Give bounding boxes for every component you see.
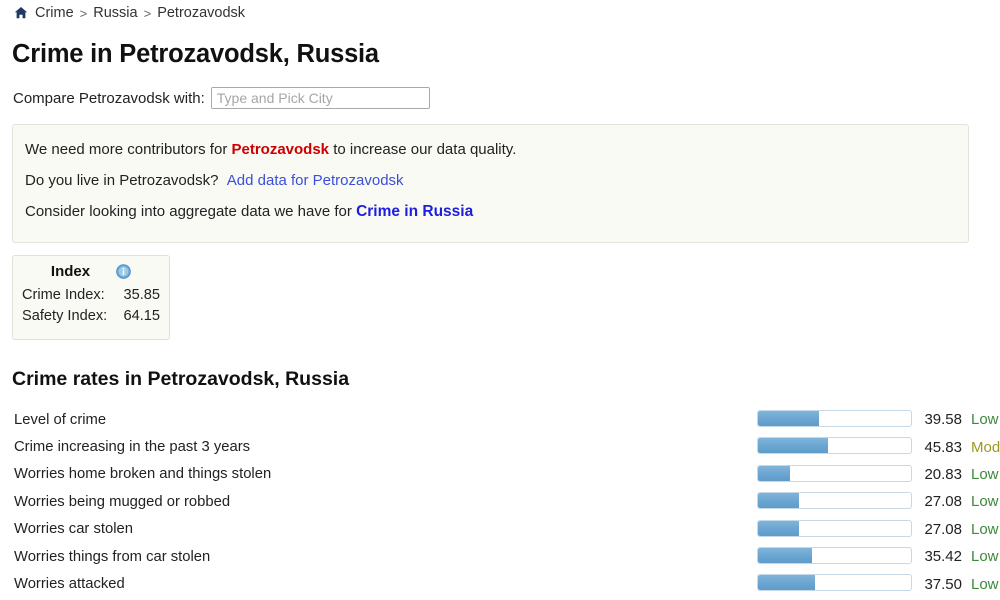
crime-rate-value: 45.83 <box>924 438 962 456</box>
breadcrumb-item-russia[interactable]: Russia <box>93 5 137 21</box>
crime-rate-row: Worries home broken and things stolen 20.… <box>0 461 1000 488</box>
crime-rate-value: 20.83 <box>924 465 962 483</box>
index-box-title: Index <box>50 263 91 280</box>
index-row-crime: Crime Index: 35.85 <box>22 285 160 306</box>
safety-index-value: 64.15 <box>123 307 160 324</box>
crime-rate-row: Worries being mugged or robbed 27.08 Low <box>0 488 1000 515</box>
crime-rate-bar-track <box>757 519 912 537</box>
notice-line-aggregate: Consider looking into aggregate data we … <box>25 204 956 220</box>
crime-page: Crime > Russia > Petrozavodsk Crime in P… <box>0 0 1000 600</box>
crime-rate-row: Level of crime 39.58 Low <box>0 406 1000 433</box>
breadcrumb: Crime > Russia > Petrozavodsk <box>14 5 245 21</box>
crime-rate-label: Worries things from car stolen <box>14 548 211 565</box>
notice-line1-post: to increase our data quality. <box>329 141 517 158</box>
crime-rate-bar-fill <box>758 575 816 591</box>
crime-rate-rating: Low <box>971 520 999 538</box>
crime-rate-rating: Low <box>971 493 999 511</box>
index-row-safety: Safety Index: 64.15 <box>22 306 160 327</box>
crime-in-russia-link[interactable]: Crime in Russia <box>356 203 473 220</box>
crime-rate-row: Crime increasing in the past 3 years 45.8… <box>0 433 1000 460</box>
crime-index-value: 35.85 <box>123 287 160 303</box>
info-icon[interactable] <box>116 264 131 279</box>
crime-rate-bar-track <box>757 410 912 427</box>
index-box-header: Index <box>22 263 160 280</box>
breadcrumb-separator-2: > <box>143 5 152 21</box>
crime-rate-value: 37.50 <box>924 575 962 593</box>
breadcrumb-item-crime[interactable]: Crime <box>35 5 74 21</box>
compare-city-row: Compare Petrozavodsk with: <box>13 87 430 109</box>
compare-city-input[interactable] <box>210 87 430 109</box>
crime-rate-value: 27.08 <box>924 520 962 538</box>
crime-rate-row: Worries car stolen 27.08 Low <box>0 516 1000 543</box>
notice-line-add-data: Do you live in Petrozavodsk? Add data fo… <box>25 173 956 188</box>
compare-city-label: Compare Petrozavodsk with: <box>13 89 205 107</box>
notice-line1-pre: We need more contributors for <box>25 141 232 158</box>
crime-rate-rating: Low <box>971 411 999 429</box>
crime-rate-bar-fill <box>758 465 790 481</box>
crime-rate-value: 27.08 <box>924 493 962 511</box>
crime-rate-label: Worries attacked <box>14 576 125 593</box>
crime-rate-bar-track <box>757 574 912 592</box>
notice-line3-pre: Consider looking into aggregate data we … <box>25 203 357 220</box>
safety-index-label: Safety Index: <box>22 307 108 324</box>
crime-rate-label: Worries home broken and things stolen <box>14 466 272 483</box>
crime-rate-row: Worries things from car stolen 35.42 Low <box>0 543 1000 570</box>
crime-rate-rating: Low <box>971 548 999 566</box>
crime-rate-row: Worries attacked 37.50 Low <box>0 570 1000 597</box>
crime-rate-bar-fill <box>758 547 813 563</box>
crime-rate-bar-fill <box>758 493 800 509</box>
crime-rate-value: 39.58 <box>924 411 962 429</box>
crime-rate-bar-fill <box>758 438 829 454</box>
crime-rate-label: Worries being mugged or robbed <box>14 493 231 510</box>
notice-line-contributors: We need more contributors for Petrozavod… <box>25 142 956 157</box>
page-title: Crime in Petrozavodsk, Russia <box>12 40 379 68</box>
crime-rate-label: Level of crime <box>14 411 107 428</box>
crime-rate-bar-track <box>757 492 912 510</box>
index-box: Index Crime Index: 35.85 Safety Index: 6… <box>12 255 170 340</box>
crime-rate-bar-fill <box>758 411 819 426</box>
breadcrumb-item-petrozavodsk[interactable]: Petrozavodsk <box>157 5 245 21</box>
add-data-link[interactable]: Add data for Petrozavodsk <box>227 172 404 189</box>
crime-rate-label: Worries car stolen <box>14 521 133 538</box>
crime-rate-bar-track <box>757 437 912 455</box>
crime-rates-table: Level of crime 39.58 Low Crime increasing i… <box>0 406 1000 600</box>
breadcrumb-separator-1: > <box>79 5 88 21</box>
crime-rates-title: Crime rates in Petrozavodsk, Russia <box>12 368 350 390</box>
crime-rate-rating: Low <box>971 465 999 483</box>
notice-line2-question: Do you live in Petrozavodsk? <box>25 172 219 189</box>
crime-rate-rating: Low <box>971 575 999 593</box>
notice-city-highlight: Petrozavodsk <box>231 141 330 158</box>
crime-rate-bar-fill <box>758 520 800 536</box>
crime-rate-label: Crime increasing in the past 3 years <box>14 439 251 456</box>
crime-rate-value: 35.42 <box>924 548 962 566</box>
contributors-notice: We need more contributors for Petrozavod… <box>12 124 969 243</box>
crime-rate-rating: Moderate <box>971 438 1000 456</box>
crime-rate-bar-track <box>757 464 912 482</box>
crime-rate-bar-track <box>757 546 912 564</box>
home-icon[interactable] <box>14 6 28 20</box>
crime-index-label: Crime Index: <box>22 287 105 303</box>
